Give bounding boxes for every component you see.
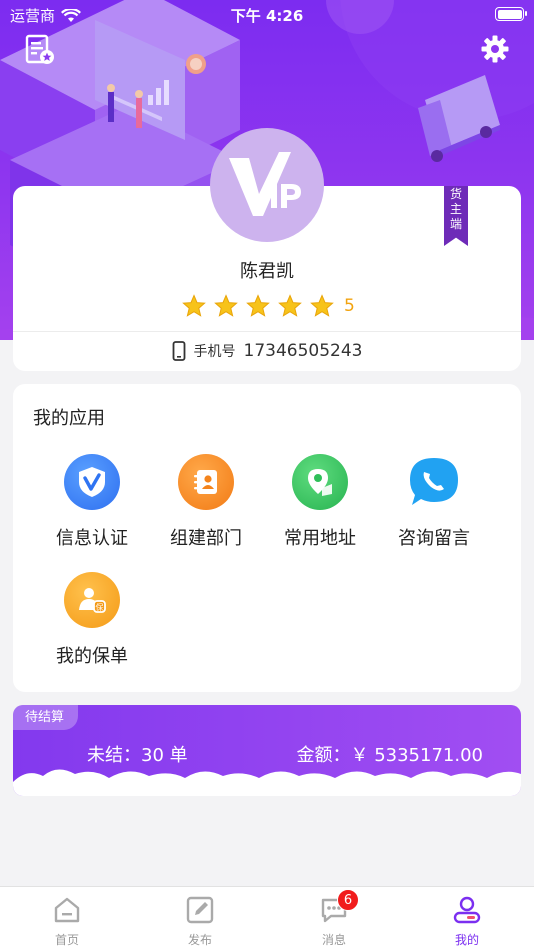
app-info-verify[interactable]: 信息认证 xyxy=(35,454,149,550)
document-star-icon[interactable] xyxy=(24,34,56,66)
unread-badge: 6 xyxy=(337,889,359,911)
app-my-policy[interactable]: 保 我的保单 xyxy=(35,572,149,668)
tab-label: 发布 xyxy=(187,933,212,947)
edit-icon xyxy=(185,895,215,925)
tab-messages[interactable]: 6 消息 xyxy=(294,889,374,948)
svg-text:保: 保 xyxy=(96,602,104,612)
tab-mine[interactable]: 我的 xyxy=(427,895,507,948)
chat-bubble-icon xyxy=(406,454,462,510)
apps-title: 我的应用 xyxy=(33,408,105,429)
settings-gear-icon[interactable] xyxy=(480,34,510,64)
app-label: 信息认证 xyxy=(56,528,128,549)
map-location-icon xyxy=(292,454,348,510)
app-label: 常用地址 xyxy=(284,528,356,549)
tab-label: 首页 xyxy=(54,933,79,947)
tab-publish[interactable]: 发布 xyxy=(160,895,240,948)
star-icon xyxy=(310,294,334,317)
phone-number: 17346505243 xyxy=(243,341,363,361)
role-ribbon: 货 主 端 xyxy=(444,186,468,246)
user-name: 陈君凯 xyxy=(240,261,294,282)
app-common-address[interactable]: 常用地址 xyxy=(263,454,377,550)
ribbon-char: 主 xyxy=(449,202,462,216)
vip-avatar[interactable] xyxy=(210,128,324,242)
app-label: 咨询留言 xyxy=(398,528,470,549)
tab-label: 我的 xyxy=(454,933,479,947)
rating-stars: 5 xyxy=(182,294,355,318)
tab-home[interactable]: 首页 xyxy=(27,895,107,948)
tab-bar: 首页 发布 6 消息 我的 xyxy=(0,886,534,950)
clock: 下午 4:26 xyxy=(230,7,304,25)
contacts-card-icon xyxy=(178,454,234,510)
my-apps-card: 我的应用 信息认证 组建部门 常用地址 咨询留言 保 我的保单 xyxy=(13,384,521,692)
cloud-decoration xyxy=(13,769,521,796)
message-icon: 6 xyxy=(319,889,359,925)
rating-value: 5 xyxy=(344,296,355,316)
star-icon xyxy=(278,294,302,317)
phone-row: 手机号 17346505243 xyxy=(0,341,534,361)
mobile-phone-icon xyxy=(172,341,185,361)
app-label: 组建部门 xyxy=(170,528,242,549)
settlement-tag: 待结算 xyxy=(13,705,79,730)
star-icon xyxy=(246,294,270,317)
phone-label: 手机号 xyxy=(193,344,236,360)
star-icon xyxy=(214,294,238,317)
app-build-department[interactable]: 组建部门 xyxy=(149,454,263,550)
verify-shield-icon xyxy=(64,454,120,510)
tab-label: 消息 xyxy=(321,933,346,947)
star-icon xyxy=(182,294,206,317)
home-icon xyxy=(52,895,82,925)
settlement-card[interactable]: 待结算 未结：30 单 金额：￥ 5335171.00 xyxy=(13,705,521,796)
ribbon-char: 货 xyxy=(449,187,462,201)
divider xyxy=(13,331,521,332)
vip-icon xyxy=(229,152,301,216)
user-icon xyxy=(452,895,482,925)
app-label: 我的保单 xyxy=(56,646,128,667)
insurance-user-icon: 保 xyxy=(64,572,120,628)
ribbon-char: 端 xyxy=(449,217,462,231)
status-bar: 运营商 下午 4:26 xyxy=(0,0,534,30)
app-consult-message[interactable]: 咨询留言 xyxy=(377,454,491,550)
battery-icon xyxy=(495,7,527,21)
